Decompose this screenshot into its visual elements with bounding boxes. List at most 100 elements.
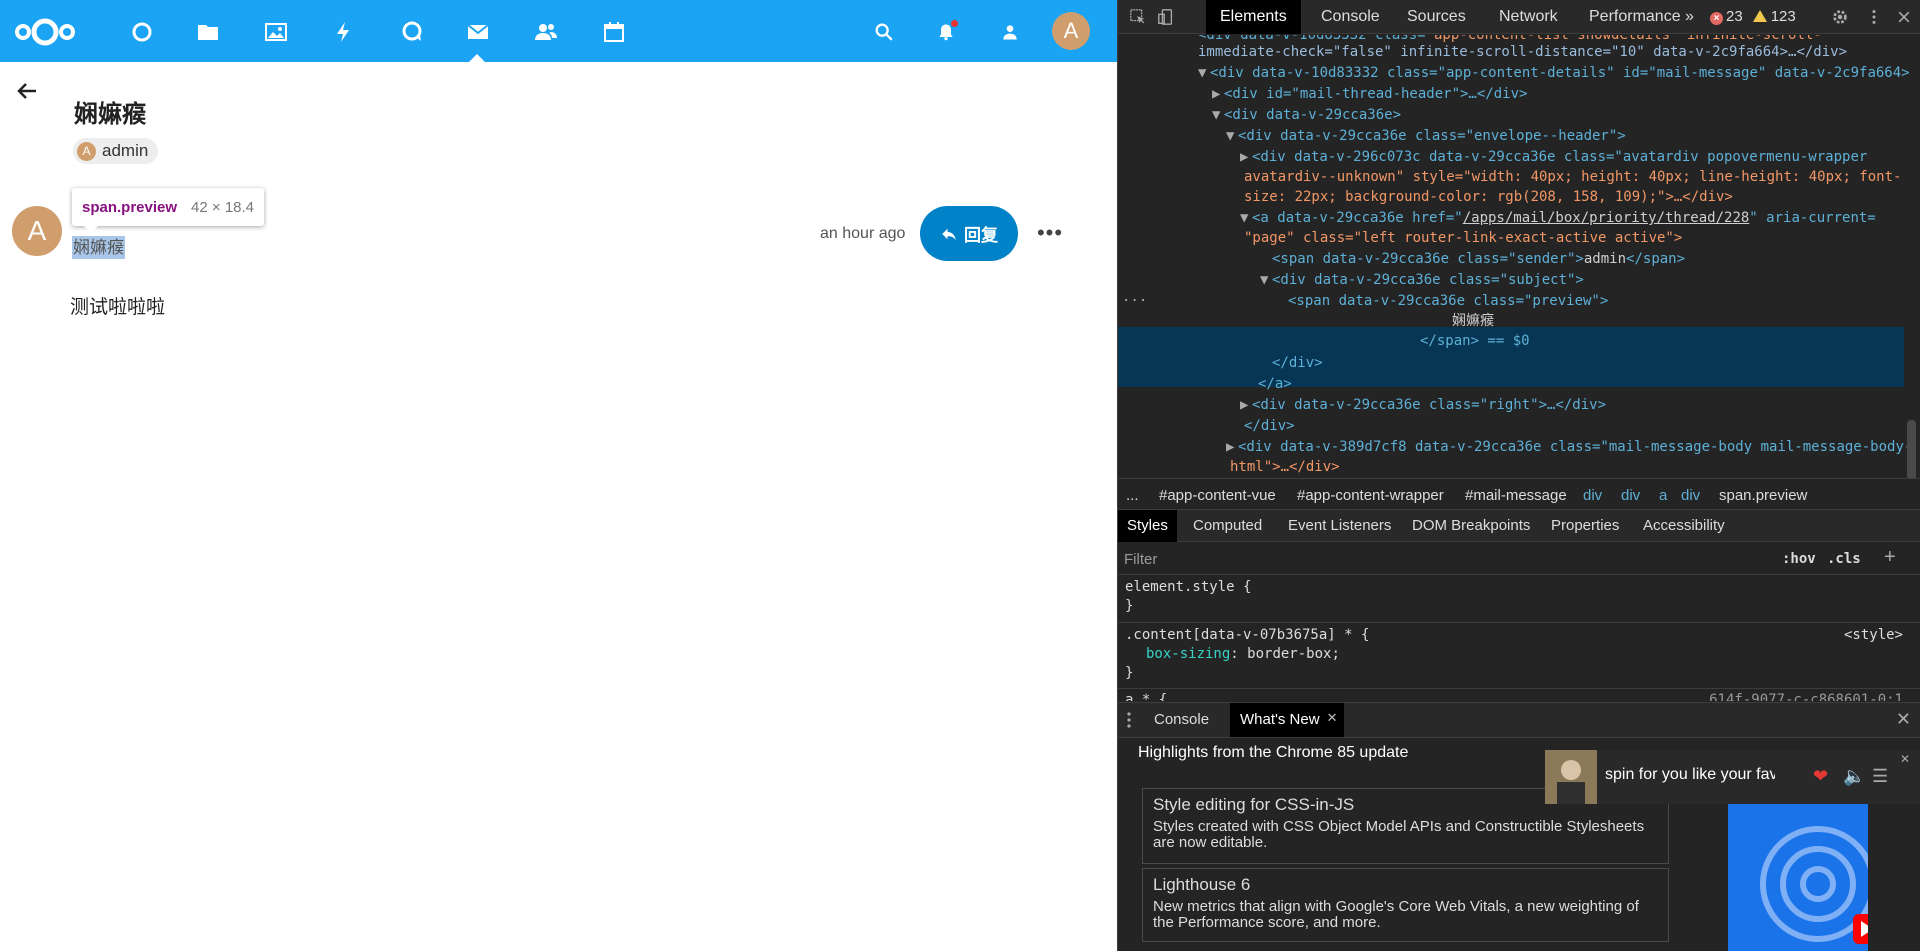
dom-href-link[interactable]: /apps/mail/box/priority/thread/228 bbox=[1463, 210, 1750, 226]
kebab-menu-icon[interactable] bbox=[1864, 7, 1884, 27]
more-actions-button[interactable]: ••• bbox=[1036, 218, 1064, 248]
lightning-icon[interactable] bbox=[326, 14, 362, 50]
tooltip-size: 42 × 18.4 bbox=[191, 198, 255, 216]
volume-icon[interactable]: 🔈 bbox=[1843, 766, 1865, 787]
subtab-properties[interactable]: Properties bbox=[1542, 510, 1628, 542]
styles-pane: element.style { } .content[data-v-07b367… bbox=[1118, 575, 1920, 701]
dom-line[interactable]: ▼ <div data-v-29cca36e> bbox=[1212, 107, 1401, 124]
dom-line[interactable]: ▼ <a data-v-29cca36e href="/apps/mail/box… bbox=[1240, 210, 1876, 227]
rule-selector[interactable]: .content[data-v-07b3675a] * { bbox=[1125, 626, 1369, 645]
drawer-tab-whats-new[interactable]: What's New ✕ bbox=[1230, 703, 1344, 737]
inspect-cursor-icon[interactable] bbox=[1128, 7, 1148, 27]
notifications-bell-icon[interactable] bbox=[932, 18, 960, 46]
rule-declaration[interactable]: box-sizing: border-box; bbox=[1146, 645, 1340, 664]
breadcrumb-item[interactable]: #mail-message bbox=[1465, 487, 1567, 504]
nextcloud-header: A bbox=[0, 0, 1117, 62]
issue-counts[interactable]: × 23 123 bbox=[1710, 8, 1796, 25]
dom-line: "page" class="left router-link-exact-act… bbox=[1244, 230, 1683, 246]
notification-dot bbox=[951, 20, 958, 27]
breadcrumb-item[interactable]: #app-content-vue bbox=[1159, 487, 1276, 504]
close-drawer-icon[interactable]: ✕ bbox=[1896, 709, 1911, 730]
dom-line[interactable]: <div data-v-10d83332 class="app-content-… bbox=[1198, 35, 1822, 44]
close-tab-icon[interactable]: ✕ bbox=[1327, 701, 1338, 735]
dom-line[interactable]: ▶ <div data-v-29cca36e class="right">…</d… bbox=[1240, 397, 1606, 414]
new-style-rule-icon[interactable]: + bbox=[1884, 546, 1896, 569]
dom-line-ellipsis[interactable]: ··· bbox=[1122, 293, 1147, 310]
class-toggle[interactable]: .cls bbox=[1827, 551, 1861, 567]
drawer-tab-console[interactable]: Console bbox=[1144, 703, 1219, 737]
styles-filter-input[interactable] bbox=[1122, 548, 1762, 570]
device-toggle-icon[interactable] bbox=[1156, 7, 1176, 27]
breadcrumb-item[interactable]: div bbox=[1583, 487, 1602, 504]
subtab-event-listeners[interactable]: Event Listeners bbox=[1279, 510, 1400, 542]
media-notification-popup[interactable]: spin for you like your favo ❤ 🔈 ☰ ✕ bbox=[1545, 750, 1920, 804]
dashboard-icon[interactable] bbox=[124, 14, 160, 50]
heart-icon[interactable]: ❤ bbox=[1813, 766, 1828, 787]
card-description: Styles created with CSS Object Model API… bbox=[1153, 818, 1645, 851]
subtab-styles[interactable]: Styles bbox=[1118, 510, 1177, 542]
participant-avatar: A bbox=[77, 141, 96, 161]
chat-icon[interactable] bbox=[394, 14, 430, 50]
breadcrumb-item-active[interactable]: span.preview bbox=[1719, 487, 1807, 504]
sender-avatar[interactable]: A bbox=[12, 206, 62, 256]
dom-line[interactable]: ▼ <div data-v-29cca36e class="envelope--h… bbox=[1226, 128, 1626, 145]
dom-line[interactable]: ▶ <div data-v-296c073c data-v-29cca36e cl… bbox=[1240, 149, 1867, 166]
reply-button[interactable]: 回复 bbox=[920, 206, 1018, 261]
breadcrumb-item[interactable]: div bbox=[1621, 487, 1640, 504]
breadcrumb-item[interactable]: #app-content-wrapper bbox=[1297, 487, 1444, 504]
tab-console[interactable]: Console bbox=[1307, 0, 1394, 34]
dom-line[interactable]: </a> bbox=[1258, 376, 1292, 393]
subtab-accessibility[interactable]: Accessibility bbox=[1634, 510, 1734, 542]
rule-source-link[interactable]: <style> bbox=[1844, 626, 1903, 645]
back-arrow-icon[interactable] bbox=[14, 78, 40, 104]
participant-chip[interactable]: A admin bbox=[73, 138, 159, 164]
contacts-icon[interactable] bbox=[528, 14, 564, 50]
close-popup-icon[interactable]: ✕ bbox=[1900, 752, 1910, 766]
calendar-icon[interactable] bbox=[596, 14, 632, 50]
media-thumbnail bbox=[1545, 750, 1597, 804]
image-icon[interactable] bbox=[258, 14, 294, 50]
chrome-release-graphic[interactable] bbox=[1728, 804, 1868, 951]
drawer-tabs: Console What's New ✕ ✕ bbox=[1118, 702, 1920, 738]
subject-preview[interactable]: 娴嫲瘊 bbox=[72, 236, 125, 259]
element-style-selector[interactable]: element.style { bbox=[1125, 578, 1251, 597]
dom-line[interactable]: immediate-check="false" infinite-scroll-… bbox=[1198, 44, 1847, 61]
breadcrumb-item[interactable]: div bbox=[1681, 487, 1700, 504]
rule-separator bbox=[1118, 622, 1920, 623]
breadcrumb-item[interactable]: ... bbox=[1126, 487, 1139, 504]
drawer-menu-icon[interactable] bbox=[1126, 711, 1132, 733]
tab-sources[interactable]: Sources bbox=[1393, 0, 1480, 34]
whats-new-card[interactable]: Lighthouse 6 New metrics that align with… bbox=[1142, 868, 1669, 942]
dom-line[interactable]: </div> bbox=[1244, 418, 1295, 435]
nextcloud-logo[interactable] bbox=[14, 14, 76, 50]
dom-line[interactable]: ▶ <div id="mail-thread-header">…</div> bbox=[1212, 86, 1527, 103]
tab-network[interactable]: Network bbox=[1485, 0, 1572, 34]
breadcrumb-item[interactable]: a bbox=[1659, 487, 1667, 504]
dom-breadcrumbs: ... #app-content-vue #app-content-wrappe… bbox=[1118, 478, 1920, 510]
hover-state-toggle[interactable]: :hov bbox=[1782, 551, 1816, 567]
dom-line-selected[interactable]: <span data-v-29cca36e class="preview"> bbox=[1288, 293, 1608, 310]
subtab-computed[interactable]: Computed bbox=[1184, 510, 1271, 542]
folder-icon[interactable] bbox=[190, 14, 226, 50]
settings-gear-icon[interactable] bbox=[1830, 7, 1850, 27]
mail-icon[interactable] bbox=[460, 14, 496, 50]
dom-line[interactable]: <span data-v-29cca36e class="sender">adm… bbox=[1272, 251, 1685, 268]
tab-elements[interactable]: Elements bbox=[1206, 0, 1301, 34]
dom-line[interactable]: ▼ <div data-v-10d83332 class="app-content… bbox=[1198, 65, 1910, 82]
dom-line[interactable]: </div> bbox=[1272, 355, 1323, 372]
contacts-menu-icon[interactable] bbox=[996, 18, 1024, 46]
dom-tree-scrollbar[interactable] bbox=[1907, 420, 1916, 478]
search-icon[interactable] bbox=[870, 18, 898, 46]
rule-selector[interactable]: a * { bbox=[1125, 691, 1167, 701]
close-devtools-icon[interactable] bbox=[1894, 7, 1914, 27]
playlist-icon[interactable]: ☰ bbox=[1872, 766, 1888, 787]
user-avatar[interactable]: A bbox=[1052, 12, 1090, 50]
rule-source-link[interactable]: 614f-9077-c-c868601-0:1 bbox=[1709, 691, 1903, 701]
subtab-dom-breakpoints[interactable]: DOM Breakpoints bbox=[1403, 510, 1539, 542]
styles-subtabs: Styles Computed Event Listeners DOM Brea… bbox=[1118, 510, 1920, 542]
more-tabs-chevron-icon[interactable]: » bbox=[1671, 0, 1708, 34]
media-title: spin for you like your favo bbox=[1605, 766, 1775, 783]
dom-line[interactable]: ▼ <div data-v-29cca36e class="subject"> bbox=[1260, 272, 1584, 289]
dom-line[interactable]: ▶ <div data-v-389d7cf8 data-v-29cca36e cl… bbox=[1226, 439, 1912, 456]
error-icon: × bbox=[1710, 12, 1723, 25]
